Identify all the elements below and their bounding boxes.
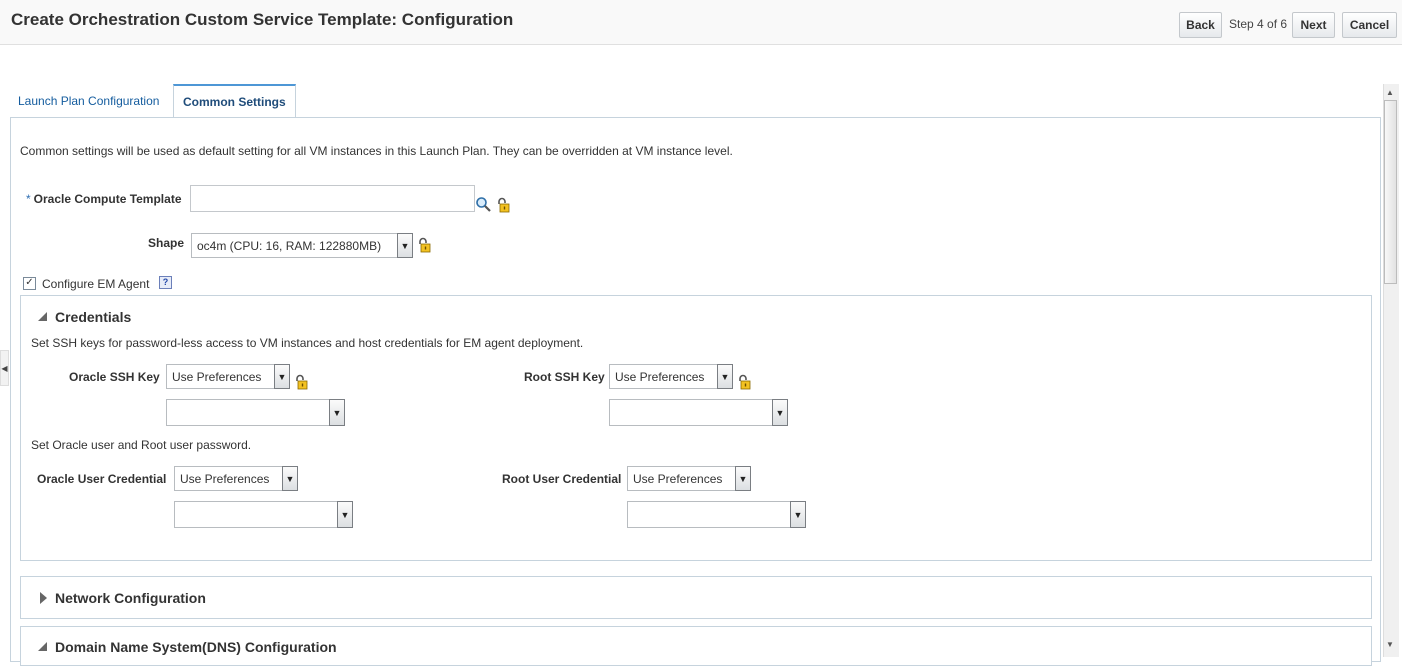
expand-triangle-icon[interactable] [40, 592, 47, 604]
oracle-ssh-key-value: Use Preferences [172, 369, 262, 384]
lock-icon[interactable] [417, 237, 431, 253]
dns-configuration-title[interactable]: Domain Name System(DNS) Configuration [55, 639, 337, 655]
collapse-triangle-icon[interactable] [38, 642, 47, 651]
oracle-ssh-key-label: Oracle SSH Key [69, 370, 160, 384]
next-button[interactable]: Next [1292, 12, 1335, 38]
lock-icon[interactable] [294, 374, 308, 390]
configure-em-agent-label: Configure EM Agent [42, 277, 150, 291]
shape-select-value: oc4m (CPU: 16, RAM: 122880MB) [197, 238, 382, 253]
root-ssh-key-secondary-select[interactable]: ▼ [609, 399, 788, 426]
chevron-down-icon[interactable]: ▼ [282, 466, 298, 491]
chevron-down-icon[interactable]: ▼ [772, 399, 788, 426]
root-user-credential-value: Use Preferences [633, 471, 723, 486]
oracle-user-credential-label: Oracle User Credential [37, 472, 167, 486]
oracle-user-credential-select[interactable]: Use Preferences ▼ [174, 466, 298, 491]
page-title: Create Orchestration Custom Service Temp… [11, 10, 514, 29]
chevron-down-icon[interactable]: ▼ [397, 233, 413, 258]
root-user-credential-label: Root User Credential [502, 472, 622, 486]
chevron-down-icon[interactable]: ▼ [717, 364, 733, 389]
cancel-button[interactable]: Cancel [1342, 12, 1397, 38]
credentials-title[interactable]: Credentials [55, 309, 131, 325]
collapse-panel-handle[interactable]: ◀ [0, 350, 9, 386]
chevron-down-icon[interactable]: ▼ [337, 501, 353, 528]
oracle-user-credential-secondary-select[interactable]: ▼ [174, 501, 353, 528]
root-ssh-key-label: Root SSH Key [524, 370, 605, 384]
chevron-down-icon[interactable]: ▼ [735, 466, 751, 491]
lock-icon[interactable] [737, 374, 751, 390]
oracle-user-credential-value: Use Preferences [180, 471, 270, 486]
scroll-up-icon[interactable]: ▲ [1386, 88, 1394, 97]
compute-template-input[interactable] [190, 185, 475, 212]
network-configuration-title[interactable]: Network Configuration [55, 590, 206, 606]
oracle-ssh-key-select[interactable]: Use Preferences ▼ [166, 364, 290, 389]
help-icon[interactable]: ? [159, 276, 172, 289]
chevron-down-icon[interactable]: ▼ [790, 501, 806, 528]
collapse-triangle-icon[interactable] [38, 312, 47, 321]
chevron-down-icon[interactable]: ▼ [274, 364, 290, 389]
oracle-ssh-key-secondary-select[interactable]: ▼ [166, 399, 345, 426]
shape-label: Shape [148, 236, 185, 250]
lock-icon[interactable] [496, 197, 510, 213]
root-user-credential-secondary-select[interactable]: ▼ [627, 501, 806, 528]
search-icon[interactable] [475, 196, 491, 212]
scrollbar-thumb[interactable] [1384, 100, 1397, 284]
ssh-keys-text: Set SSH keys for password-less access to… [31, 336, 584, 350]
shape-select[interactable]: oc4m (CPU: 16, RAM: 122880MB) ▼ [191, 233, 413, 258]
tab-launch-plan-configuration[interactable]: Launch Plan Configuration [9, 84, 168, 118]
root-user-credential-select[interactable]: Use Preferences ▼ [627, 466, 751, 491]
configure-em-agent-checkbox[interactable]: ✓ [23, 277, 36, 290]
chevron-down-icon[interactable]: ▼ [329, 399, 345, 426]
step-indicator: Step 4 of 6 [1229, 17, 1288, 31]
network-configuration-section [20, 576, 1372, 619]
root-ssh-key-select[interactable]: Use Preferences ▼ [609, 364, 733, 389]
tab-common-settings[interactable]: Common Settings [173, 84, 296, 118]
top-bar: Create Orchestration Custom Service Temp… [0, 0, 1402, 45]
root-ssh-key-value: Use Preferences [615, 369, 705, 384]
intro-text: Common settings will be used as default … [20, 144, 733, 158]
compute-template-label: * Oracle Compute Template [26, 192, 182, 206]
back-button[interactable]: Back [1179, 12, 1222, 38]
password-text: Set Oracle user and Root user password. [31, 438, 252, 452]
scroll-down-icon[interactable]: ▼ [1386, 640, 1394, 649]
required-marker: * [26, 192, 31, 206]
